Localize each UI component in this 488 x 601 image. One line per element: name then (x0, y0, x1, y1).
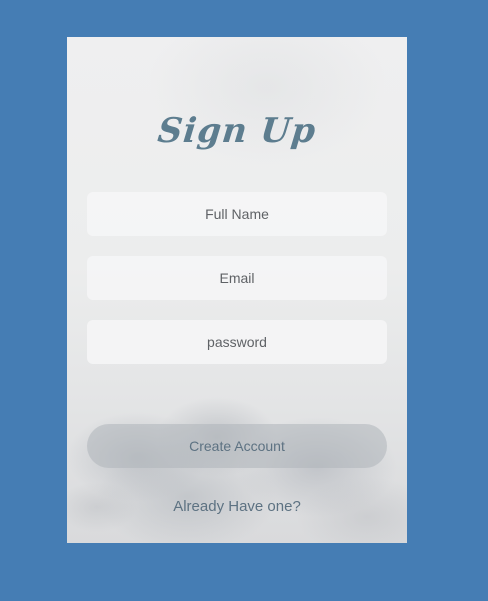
create-account-button[interactable]: Create Account (87, 424, 387, 468)
email-input[interactable] (87, 256, 387, 300)
already-have-account-link[interactable]: Already Have one? (67, 498, 407, 515)
password-input[interactable] (87, 320, 387, 364)
signup-title: Sign Up (155, 111, 319, 151)
signup-card: Sign Up Create Account Already Have one? (67, 37, 407, 543)
fullname-input[interactable] (87, 192, 387, 236)
